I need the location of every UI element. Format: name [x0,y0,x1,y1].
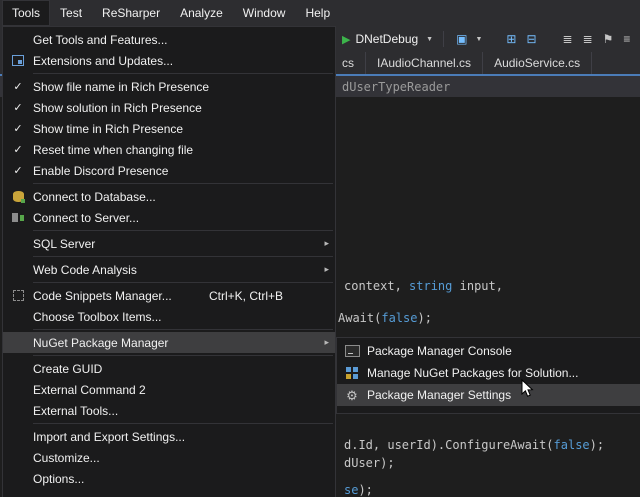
menu-item-connect-to-database[interactable]: Connect to Database... [3,186,335,207]
bookmark-icon[interactable]: ⚑ [603,33,614,45]
new-window-icon[interactable]: ⊞ [506,33,516,45]
menu-window[interactable]: Window [233,0,296,26]
menu-item-enable-discord-presence[interactable]: ✓ Enable Discord Presence [3,160,335,181]
database-icon [13,191,24,202]
menu-item-customize[interactable]: Customize... [3,447,335,468]
menu-item-import-export-settings[interactable]: Import and Export Settings... [3,426,335,447]
menu-item-show-file-name-rich-presence[interactable]: ✓ Show file name in Rich Presence [3,76,335,97]
navigate-forward-icon[interactable]: ≣ [583,33,593,45]
vs-main-window: dUserTypeReader context, string input, A… [0,0,640,497]
menu-item-show-time-rich-presence[interactable]: ✓ Show time in Rich Presence [3,118,335,139]
navigate-backward-icon[interactable]: ≣ [563,33,573,45]
menu-analyze[interactable]: Analyze [170,0,233,26]
package-grid-icon [346,367,358,379]
menu-separator [33,256,333,257]
document-tab-iaudiochannel[interactable]: IAudioChannel.cs [366,52,483,74]
nuget-submenu: Package Manager Console Manage NuGet Pac… [336,337,640,414]
menu-separator [33,73,333,74]
menu-help[interactable]: Help [295,0,340,26]
tools-dropdown-menu: Get Tools and Features... Extensions and… [2,26,336,497]
submenu-item-package-manager-console[interactable]: Package Manager Console [337,340,640,362]
menu-item-nuget-package-manager[interactable]: NuGet Package Manager ▸ [3,332,335,353]
menu-item-sql-server[interactable]: SQL Server ▸ [3,233,335,254]
menu-item-choose-toolbox-items[interactable]: Choose Toolbox Items... [3,306,335,327]
code-snippets-icon [13,290,24,301]
menu-item-create-guid[interactable]: Create GUID [3,358,335,379]
menu-item-web-code-analysis[interactable]: Web Code Analysis ▸ [3,259,335,280]
checkmark-icon: ✓ [13,164,22,177]
server-plug-icon [12,212,24,223]
menu-resharper[interactable]: ReSharper [92,0,170,26]
attach-caret-icon[interactable]: ▼ [475,36,482,43]
code-line: d.Id, userId).ConfigureAwait(false); [344,438,604,452]
menu-separator [33,355,333,356]
main-menu-bar: Tools Test ReSharper Analyze Window Help [0,0,640,26]
checkmark-icon: ✓ [13,122,22,135]
menu-tools[interactable]: Tools [2,0,50,26]
menu-item-external-tools[interactable]: External Tools... [3,400,335,421]
menu-separator [33,423,333,424]
debug-target-selector[interactable]: DNetDebug [355,32,418,46]
submenu-arrow-icon: ▸ [317,264,329,275]
menu-separator [33,183,333,184]
menu-item-options[interactable]: Options... [3,468,335,489]
menu-item-reset-time-when-changing-file[interactable]: ✓ Reset time when changing file [3,139,335,160]
gear-icon: ⚙ [346,389,358,402]
console-icon [345,345,360,357]
document-tab[interactable]: cs [336,52,366,74]
submenu-item-package-manager-settings[interactable]: ⚙ Package Manager Settings [337,384,640,406]
checkmark-icon: ✓ [13,80,22,93]
breadcrumb: dUserTypeReader [342,80,450,94]
debug-target-caret-icon[interactable]: ▼ [426,36,433,43]
menu-separator [33,329,333,330]
menu-item-get-tools-and-features[interactable]: Get Tools and Features... [3,29,335,50]
menu-item-code-snippets-manager[interactable]: Code Snippets Manager... Ctrl+K, Ctrl+B [3,285,335,306]
mouse-cursor [521,379,535,402]
code-line: context, string input, [344,279,503,293]
menu-item-show-solution-rich-presence[interactable]: ✓ Show solution in Rich Presence [3,97,335,118]
submenu-item-manage-nuget-packages-solution[interactable]: Manage NuGet Packages for Solution... [337,362,640,384]
extensions-icon [12,55,24,66]
menu-item-external-command-2[interactable]: External Command 2 [3,379,335,400]
checkmark-icon: ✓ [13,143,22,156]
window-list-icon[interactable]: ≡ [623,33,630,45]
menu-separator [33,230,333,231]
toolbar-separator [443,31,444,47]
menu-item-connect-to-server[interactable]: Connect to Server... [3,207,335,228]
document-tab-audioservice[interactable]: AudioService.cs [483,52,592,74]
checkmark-icon: ✓ [13,101,22,114]
menu-item-extensions-and-updates[interactable]: Extensions and Updates... [3,50,335,71]
attach-to-process-icon[interactable]: ▣ [456,33,467,45]
submenu-arrow-icon: ▸ [317,337,329,348]
menu-test[interactable]: Test [50,0,92,26]
preview-window-icon[interactable]: ⊟ [526,33,536,45]
code-line: dUser); [344,456,395,470]
start-debug-icon[interactable]: ▶ [342,33,350,46]
menu-separator [33,282,333,283]
submenu-arrow-icon: ▸ [317,238,329,249]
code-line: Await(false); [338,311,432,325]
menu-item-shortcut: Ctrl+K, Ctrl+B [209,289,283,303]
code-line: se); [344,483,373,497]
